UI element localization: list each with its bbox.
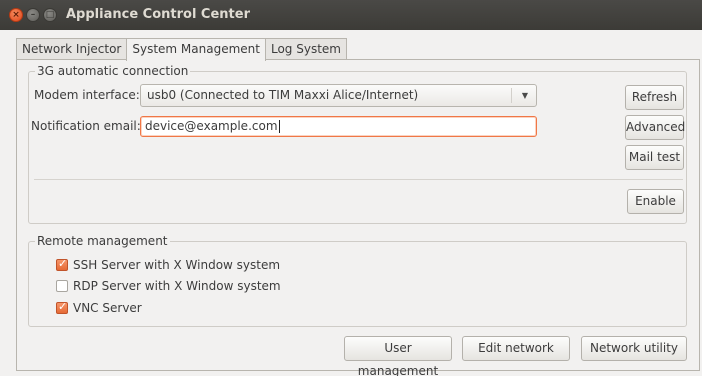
remote-management-title: Remote management <box>35 234 170 248</box>
ssh-server-label[interactable]: SSH Server with X Window system <box>73 258 280 272</box>
modem-interface-value: usb0 (Connected to TIM Maxxi Alice/Inter… <box>147 88 419 102</box>
connection-separator <box>34 179 683 180</box>
rdp-server-checkbox[interactable] <box>56 280 68 292</box>
advanced-button[interactable]: Advanced <box>625 115 685 140</box>
minimize-window-button[interactable]: – <box>26 8 40 22</box>
tab-system-management[interactable]: System Management <box>126 38 266 61</box>
minimize-icon: – <box>30 10 36 20</box>
tab-bar: Network Injector System Management Log S… <box>16 38 347 61</box>
modem-interface-select[interactable]: usb0 (Connected to TIM Maxxi Alice/Inter… <box>140 84 537 107</box>
edit-network-button[interactable]: Edit network <box>462 336 570 361</box>
combo-separator <box>511 88 512 103</box>
maximize-icon: □ <box>45 10 55 20</box>
tab-log-system[interactable]: Log System <box>264 38 347 60</box>
vnc-server-label[interactable]: VNC Server <box>73 301 142 315</box>
maximize-window-button[interactable]: □ <box>43 8 57 22</box>
notification-email-field[interactable]: device@example.com <box>140 116 537 137</box>
enable-button[interactable]: Enable <box>627 189 684 214</box>
connection-frame-title: 3G automatic connection <box>35 64 191 78</box>
vnc-server-checkbox[interactable] <box>56 300 68 314</box>
close-window-button[interactable]: × <box>9 8 23 22</box>
network-utility-button[interactable]: Network utility <box>581 336 687 361</box>
title-bar: × – □ Appliance Control Center <box>0 0 702 30</box>
rdp-server-label[interactable]: RDP Server with X Window system <box>73 279 281 293</box>
mail-test-button[interactable]: Mail test <box>625 145 684 170</box>
dropdown-arrow-icon: ▼ <box>521 91 528 100</box>
user-management-button[interactable]: User management <box>344 336 452 376</box>
notification-email-value: device@example.com <box>145 119 278 133</box>
close-icon: × <box>12 10 20 20</box>
tab-network-injector[interactable]: Network Injector <box>16 38 128 60</box>
refresh-button[interactable]: Refresh <box>625 85 684 110</box>
ssh-server-checkbox[interactable] <box>56 257 68 271</box>
window-title: Appliance Control Center <box>66 7 250 22</box>
notification-email-label: Notification email: <box>31 119 141 133</box>
text-cursor <box>278 120 280 133</box>
modem-interface-label: Modem interface: <box>34 88 140 102</box>
